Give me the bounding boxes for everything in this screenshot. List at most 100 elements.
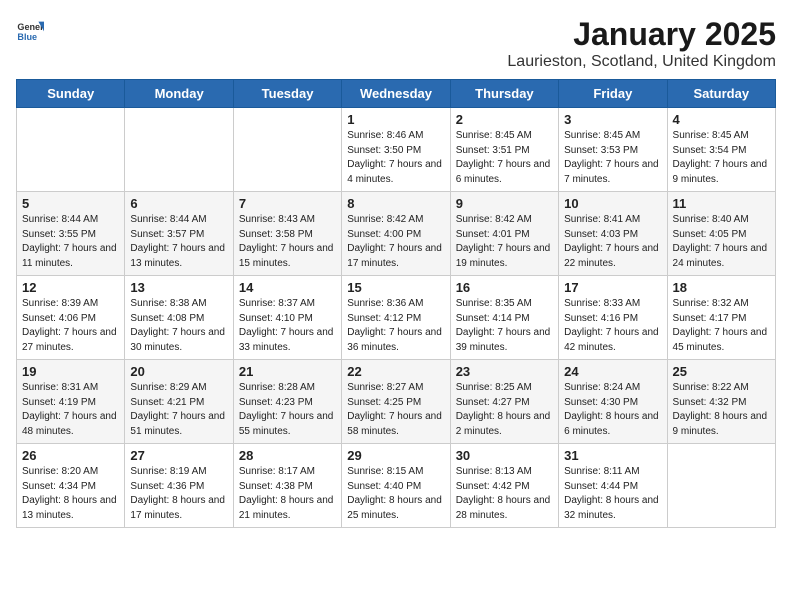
calendar-cell: 11 Sunrise: 8:40 AM Sunset: 4:05 PM Dayli… [667,192,775,276]
calendar-cell: 23 Sunrise: 8:25 AM Sunset: 4:27 PM Dayli… [450,360,558,444]
calendar-cell: 13 Sunrise: 8:38 AM Sunset: 4:08 PM Dayli… [125,276,233,360]
calendar-subtitle: Laurieston, Scotland, United Kingdom [507,53,776,71]
weekday-header-thursday: Thursday [450,80,558,108]
day-info: Sunrise: 8:44 AM Sunset: 3:57 PM Dayligh… [130,213,227,271]
logo: General Blue [16,16,44,44]
day-number: 13 [130,280,227,295]
calendar-cell: 5 Sunrise: 8:44 AM Sunset: 3:55 PM Daylig… [17,192,125,276]
day-number: 14 [239,280,336,295]
calendar-table: SundayMondayTuesdayWednesdayThursdayFrid… [16,79,776,528]
calendar-cell: 22 Sunrise: 8:27 AM Sunset: 4:25 PM Dayli… [342,360,450,444]
calendar-cell [667,444,775,528]
calendar-cell [125,108,233,192]
week-row-3: 12 Sunrise: 8:39 AM Sunset: 4:06 PM Dayli… [17,276,776,360]
logo-icon: General Blue [16,16,44,44]
weekday-header-wednesday: Wednesday [342,80,450,108]
day-info: Sunrise: 8:39 AM Sunset: 4:06 PM Dayligh… [22,297,119,355]
calendar-cell: 21 Sunrise: 8:28 AM Sunset: 4:23 PM Dayli… [233,360,341,444]
day-number: 22 [347,364,444,379]
svg-text:Blue: Blue [17,32,37,42]
day-number: 23 [456,364,553,379]
day-info: Sunrise: 8:45 AM Sunset: 3:53 PM Dayligh… [564,129,661,187]
weekday-header-friday: Friday [559,80,667,108]
day-info: Sunrise: 8:42 AM Sunset: 4:00 PM Dayligh… [347,213,444,271]
weekday-header-saturday: Saturday [667,80,775,108]
calendar-cell: 8 Sunrise: 8:42 AM Sunset: 4:00 PM Daylig… [342,192,450,276]
day-info: Sunrise: 8:33 AM Sunset: 4:16 PM Dayligh… [564,297,661,355]
day-info: Sunrise: 8:22 AM Sunset: 4:32 PM Dayligh… [673,381,770,439]
day-number: 16 [456,280,553,295]
day-info: Sunrise: 8:31 AM Sunset: 4:19 PM Dayligh… [22,381,119,439]
day-info: Sunrise: 8:28 AM Sunset: 4:23 PM Dayligh… [239,381,336,439]
calendar-cell: 18 Sunrise: 8:32 AM Sunset: 4:17 PM Dayli… [667,276,775,360]
day-number: 27 [130,448,227,463]
day-info: Sunrise: 8:13 AM Sunset: 4:42 PM Dayligh… [456,465,553,523]
day-info: Sunrise: 8:27 AM Sunset: 4:25 PM Dayligh… [347,381,444,439]
week-row-5: 26 Sunrise: 8:20 AM Sunset: 4:34 PM Dayli… [17,444,776,528]
day-number: 29 [347,448,444,463]
weekday-header-row: SundayMondayTuesdayWednesdayThursdayFrid… [17,80,776,108]
day-number: 26 [22,448,119,463]
day-info: Sunrise: 8:43 AM Sunset: 3:58 PM Dayligh… [239,213,336,271]
day-number: 18 [673,280,770,295]
week-row-2: 5 Sunrise: 8:44 AM Sunset: 3:55 PM Daylig… [17,192,776,276]
calendar-cell: 7Sunrise: 8:43 AM Sunset: 3:58 PM Daylig… [233,192,341,276]
day-info: Sunrise: 8:11 AM Sunset: 4:44 PM Dayligh… [564,465,661,523]
calendar-title: January 2025 [507,16,776,53]
day-number: 21 [239,364,336,379]
calendar-cell: 15 Sunrise: 8:36 AM Sunset: 4:12 PM Dayli… [342,276,450,360]
calendar-cell: 14 Sunrise: 8:37 AM Sunset: 4:10 PM Dayli… [233,276,341,360]
day-info: Sunrise: 8:25 AM Sunset: 4:27 PM Dayligh… [456,381,553,439]
day-number: 4 [673,112,770,127]
day-number: 5 [22,196,119,211]
calendar-cell: 17 Sunrise: 8:33 AM Sunset: 4:16 PM Dayli… [559,276,667,360]
day-info: Sunrise: 8:44 AM Sunset: 3:55 PM Dayligh… [22,213,119,271]
title-section: January 2025 Laurieston, Scotland, Unite… [507,16,776,71]
calendar-cell: 27 Sunrise: 8:19 AM Sunset: 4:36 PM Dayli… [125,444,233,528]
calendar-cell: 29Sunrise: 8:15 AM Sunset: 4:40 PM Dayli… [342,444,450,528]
calendar-cell: 10Sunrise: 8:41 AM Sunset: 4:03 PM Dayli… [559,192,667,276]
day-info: Sunrise: 8:29 AM Sunset: 4:21 PM Dayligh… [130,381,227,439]
day-info: Sunrise: 8:41 AM Sunset: 4:03 PM Dayligh… [564,213,661,271]
day-info: Sunrise: 8:40 AM Sunset: 4:05 PM Dayligh… [673,213,770,271]
day-info: Sunrise: 8:20 AM Sunset: 4:34 PM Dayligh… [22,465,119,523]
calendar-cell: 2 Sunrise: 8:45 AM Sunset: 3:51 PM Daylig… [450,108,558,192]
day-info: Sunrise: 8:32 AM Sunset: 4:17 PM Dayligh… [673,297,770,355]
day-info: Sunrise: 8:35 AM Sunset: 4:14 PM Dayligh… [456,297,553,355]
week-row-4: 19Sunrise: 8:31 AM Sunset: 4:19 PM Dayli… [17,360,776,444]
day-info: Sunrise: 8:19 AM Sunset: 4:36 PM Dayligh… [130,465,227,523]
day-info: Sunrise: 8:46 AM Sunset: 3:50 PM Dayligh… [347,129,444,187]
day-info: Sunrise: 8:45 AM Sunset: 3:54 PM Dayligh… [673,129,770,187]
day-info: Sunrise: 8:38 AM Sunset: 4:08 PM Dayligh… [130,297,227,355]
day-info: Sunrise: 8:24 AM Sunset: 4:30 PM Dayligh… [564,381,661,439]
day-number: 11 [673,196,770,211]
calendar-cell [17,108,125,192]
calendar-cell: 30Sunrise: 8:13 AM Sunset: 4:42 PM Dayli… [450,444,558,528]
day-number: 12 [22,280,119,295]
day-number: 15 [347,280,444,295]
weekday-header-tuesday: Tuesday [233,80,341,108]
calendar-cell [233,108,341,192]
calendar-cell: 1Sunrise: 8:46 AM Sunset: 3:50 PM Daylig… [342,108,450,192]
day-number: 2 [456,112,553,127]
day-info: Sunrise: 8:36 AM Sunset: 4:12 PM Dayligh… [347,297,444,355]
day-number: 28 [239,448,336,463]
day-number: 8 [347,196,444,211]
calendar-cell: 24 Sunrise: 8:24 AM Sunset: 4:30 PM Dayli… [559,360,667,444]
calendar-cell: 12 Sunrise: 8:39 AM Sunset: 4:06 PM Dayli… [17,276,125,360]
calendar-cell: 16 Sunrise: 8:35 AM Sunset: 4:14 PM Dayli… [450,276,558,360]
day-number: 20 [130,364,227,379]
day-info: Sunrise: 8:37 AM Sunset: 4:10 PM Dayligh… [239,297,336,355]
day-number: 24 [564,364,661,379]
calendar-cell: 20 Sunrise: 8:29 AM Sunset: 4:21 PM Dayli… [125,360,233,444]
calendar-cell: 4 Sunrise: 8:45 AM Sunset: 3:54 PM Daylig… [667,108,775,192]
header: General Blue January 2025 Laurieston, Sc… [16,16,776,71]
week-row-1: 1Sunrise: 8:46 AM Sunset: 3:50 PM Daylig… [17,108,776,192]
calendar-cell: 31Sunrise: 8:11 AM Sunset: 4:44 PM Dayli… [559,444,667,528]
calendar-cell: 6Sunrise: 8:44 AM Sunset: 3:57 PM Daylig… [125,192,233,276]
calendar-cell: 25Sunrise: 8:22 AM Sunset: 4:32 PM Dayli… [667,360,775,444]
day-info: Sunrise: 8:45 AM Sunset: 3:51 PM Dayligh… [456,129,553,187]
day-number: 17 [564,280,661,295]
day-number: 9 [456,196,553,211]
day-info: Sunrise: 8:17 AM Sunset: 4:38 PM Dayligh… [239,465,336,523]
